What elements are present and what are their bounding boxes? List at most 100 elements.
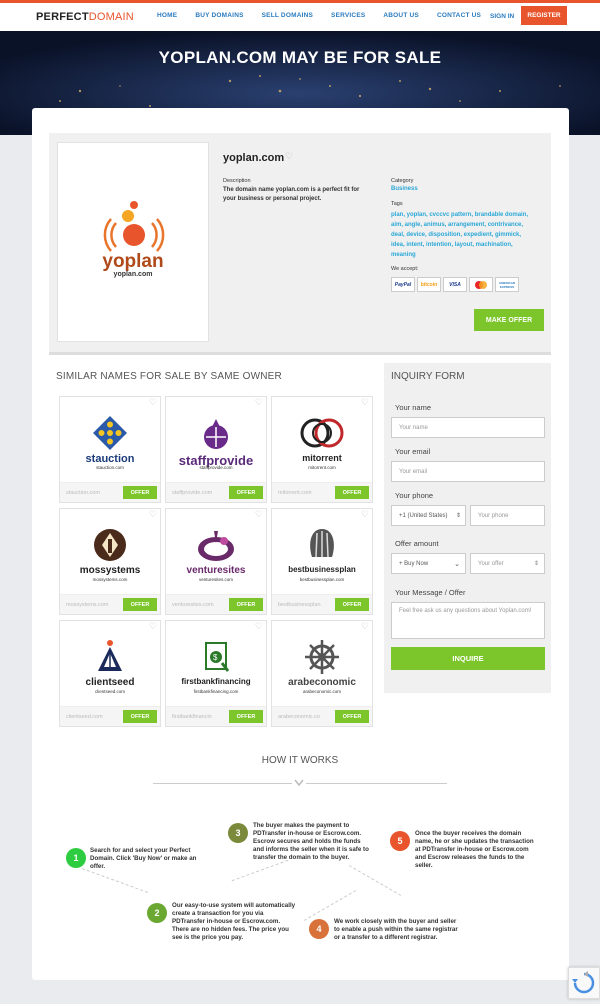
visa-icon: VISA: [443, 277, 467, 292]
message-textarea[interactable]: Feel free ask us any questions about Yop…: [391, 602, 545, 639]
payment-accept-label: We accept:: [391, 266, 419, 272]
phone-label: Your phone: [395, 491, 434, 500]
step-text-1: Search for and select your Perfect Domai…: [90, 847, 197, 870]
tags-label: Tags: [391, 201, 403, 207]
step-number-3: 3: [228, 823, 248, 843]
similar-tile[interactable]: ♡ stauction stauction.com stauction.com …: [59, 396, 161, 503]
tile-name: firstbankfinancing: [181, 677, 251, 686]
offer-button[interactable]: OFFER: [123, 598, 157, 611]
signin-link[interactable]: SIGN IN: [490, 13, 514, 20]
offer-button[interactable]: OFFER: [335, 710, 369, 723]
recaptcha-badge[interactable]: [568, 967, 600, 999]
nav-buy-domains[interactable]: BUY DOMAINS: [195, 12, 243, 19]
offer-type-value: + Buy Now: [399, 560, 429, 567]
offer-button[interactable]: OFFER: [229, 486, 263, 499]
domain-logo-subtext: yoplan.com: [113, 271, 153, 278]
tile-domain[interactable]: staffprovide.com: [172, 490, 228, 496]
paypal-icon: PayPal: [391, 277, 415, 292]
nav-home[interactable]: HOME: [157, 12, 177, 19]
tile-domain[interactable]: stauction.com: [66, 490, 122, 496]
logo-part2: DOMAIN: [88, 11, 134, 23]
offer-amount-label: Offer amount: [395, 539, 439, 548]
similar-tile[interactable]: ♡ $ firstbankfinancing firstbankfinancin…: [165, 620, 267, 727]
phone-country-select[interactable]: +1 (United States) ⇕: [391, 505, 466, 526]
stepper-icon[interactable]: ⇕: [534, 560, 539, 567]
step-number-4: 4: [309, 919, 329, 939]
offer-button[interactable]: OFFER: [229, 710, 263, 723]
tile-name: mitorrent: [302, 453, 342, 463]
similar-names-title: SIMILAR NAMES FOR SALE BY SAME OWNER: [56, 371, 282, 382]
similar-tile[interactable]: ♡ mitorrent mitorrent.com mitorrent.com …: [271, 396, 373, 503]
chevron-down-icon: ⇕: [455, 513, 461, 519]
offer-amount-input[interactable]: Your offer ⇕: [470, 553, 545, 574]
tile-subtext: mossystems.com: [92, 577, 128, 582]
register-button[interactable]: REGISTER: [521, 6, 567, 25]
offer-amount-placeholder: Your offer: [478, 560, 504, 567]
similar-tile[interactable]: ♡ mossystems mossystems.com mossystems.c…: [59, 508, 161, 615]
stauction-logo-icon: [93, 416, 127, 450]
step-text-3: The buyer makes the payment to PDTransfe…: [253, 822, 369, 861]
bestbusinessplan-logo-icon: [310, 529, 334, 558]
bitcoin-icon: bitcoin: [417, 277, 441, 292]
tile-domain[interactable]: bestbusinessplan: [278, 602, 334, 608]
how-it-works-title: HOW IT WORKS: [261, 755, 339, 766]
similar-tile[interactable]: ♡ clientseed clientseed.com clientseed.c…: [59, 620, 161, 727]
site-header: PERFECTDOMAIN HOME BUY DOMAINS SELL DOMA…: [0, 3, 600, 31]
inquiry-form-title: INQUIRY FORM: [391, 371, 465, 382]
tags-list[interactable]: plan, yoplan, cvccvc pattern, brandable …: [391, 210, 531, 260]
venturesites-logo-icon: [198, 531, 234, 561]
description-label: Description: [223, 178, 251, 184]
tile-domain[interactable]: mossystems.com: [66, 602, 122, 608]
tile-name: arabeconomic: [288, 677, 356, 688]
tile-domain[interactable]: mitorrent.com: [278, 490, 334, 496]
similar-tile[interactable]: ♡ arabeconomic arabeconomic.com arabecon…: [271, 620, 373, 727]
message-label: Your Message / Offer: [395, 588, 466, 597]
tile-name: bestbusinessplan: [288, 565, 356, 574]
category-link[interactable]: Business: [391, 186, 418, 192]
nav-sell-domains[interactable]: SELL DOMAINS: [262, 12, 313, 19]
nav-about-us[interactable]: ABOUT US: [383, 12, 419, 19]
email-input[interactable]: Your email: [391, 461, 545, 482]
clientseed-logo-icon: [98, 640, 122, 671]
domain-description: The domain name yoplan.com is a perfect …: [223, 187, 360, 202]
similar-tile[interactable]: ♡ staffprovide staffprovide.com staffpro…: [165, 396, 267, 503]
tile-subtext: mitorrent.com: [308, 465, 336, 470]
tile-domain[interactable]: venturesites.com: [172, 602, 228, 608]
favorite-heart-icon[interactable]: ♡: [285, 151, 293, 162]
phone-input[interactable]: Your phone: [470, 505, 545, 526]
similar-tile[interactable]: ♡ bestbusinessplan bestbusinessplan.com …: [271, 508, 373, 615]
offer-button[interactable]: OFFER: [123, 486, 157, 499]
section-divider: [49, 352, 551, 355]
offer-button[interactable]: OFFER: [229, 598, 263, 611]
tile-domain[interactable]: clientseed.com: [66, 714, 122, 720]
offer-button[interactable]: OFFER: [335, 598, 369, 611]
inquire-button[interactable]: INQUIRE: [391, 647, 545, 670]
firstbankfinancing-logo-icon: $: [205, 642, 230, 672]
offer-button[interactable]: OFFER: [335, 486, 369, 499]
logo-part1: PERFECT: [36, 11, 89, 23]
email-label: Your email: [395, 447, 431, 456]
step-number-1: 1: [66, 848, 86, 868]
chevron-down-icon: [292, 778, 306, 788]
domain-logo-box: yoplan yoplan.com: [57, 142, 209, 342]
name-input[interactable]: Your name: [391, 417, 545, 438]
tile-subtext: bestbusinessplan.com: [299, 577, 345, 582]
mastercard-icon: [469, 277, 493, 292]
nav-contact-us[interactable]: CONTACT US: [437, 12, 481, 19]
main-nav: HOME BUY DOMAINS SELL DOMAINS SERVICES A…: [157, 12, 499, 19]
domain-logo-text: yoplan: [102, 251, 164, 272]
tile-subtext: venturesites.com: [198, 577, 233, 582]
similar-tile[interactable]: ♡ venturesites venturesites.com ventures…: [165, 508, 267, 615]
make-offer-button[interactable]: MAKE OFFER: [474, 309, 544, 331]
offer-type-select[interactable]: + Buy Now ⌄: [391, 553, 466, 574]
category-label: Category: [391, 178, 414, 184]
tile-domain[interactable]: arabeconomic.co: [278, 714, 334, 720]
tile-name: mossystems: [79, 565, 141, 576]
domain-name-title: yoplan.com: [223, 152, 285, 164]
site-logo[interactable]: PERFECTDOMAIN: [36, 11, 134, 23]
nav-services[interactable]: SERVICES: [331, 12, 365, 19]
step-number-5: 5: [390, 831, 410, 851]
offer-button[interactable]: OFFER: [123, 710, 157, 723]
tile-domain[interactable]: firstbankfinancin: [172, 714, 228, 720]
recaptcha-icon: [572, 971, 595, 994]
